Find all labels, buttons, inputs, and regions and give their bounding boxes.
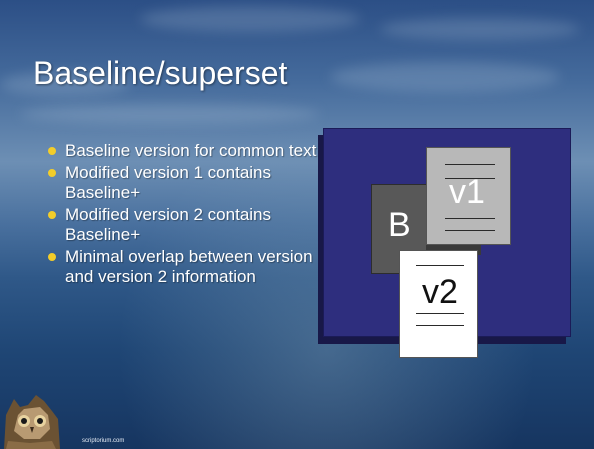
bullet-dot-icon: [48, 169, 56, 177]
bullet-text: Modified version 2 contains Baseline+: [65, 205, 272, 244]
slide: Baseline/superset Baseline version for c…: [0, 0, 594, 449]
bullet-item: Modified version 1 contains Baseline+: [48, 163, 328, 203]
text-line: [445, 218, 495, 219]
owl-logo-icon: [4, 395, 60, 449]
footer-text: scriptorium.com: [82, 438, 125, 444]
slide-title: Baseline/superset: [33, 55, 288, 91]
bullet-text: Baseline version for common text: [65, 141, 317, 160]
bullet-item: Baseline version for common text: [48, 141, 328, 161]
text-line: [416, 313, 464, 314]
bullet-item: Minimal overlap between version 1 and ve…: [48, 247, 328, 287]
text-line: [416, 265, 464, 266]
cloud: [140, 6, 360, 32]
bullet-text: Modified version 1 contains Baseline+: [65, 163, 272, 202]
version-diagram: B v1 v2: [323, 128, 571, 358]
version2-label: v2: [422, 273, 458, 311]
bullet-list: Baseline version for common text Modifie…: [48, 141, 328, 289]
version1-label: v1: [449, 173, 485, 211]
version1-document-icon: v1: [426, 147, 511, 245]
text-line: [416, 325, 464, 326]
version2-document-icon: v2: [399, 250, 478, 358]
cloud: [380, 18, 580, 40]
cloud: [330, 62, 560, 92]
bullet-item: Modified version 2 contains Baseline+: [48, 205, 328, 245]
bullet-text: Minimal overlap between version 1 and ve…: [65, 247, 327, 286]
text-line: [445, 164, 495, 165]
text-line: [445, 230, 495, 231]
bullet-dot-icon: [48, 147, 56, 155]
bullet-dot-icon: [48, 253, 56, 261]
cloud: [20, 104, 320, 124]
baseline-label: B: [388, 206, 411, 244]
bullet-dot-icon: [48, 211, 56, 219]
